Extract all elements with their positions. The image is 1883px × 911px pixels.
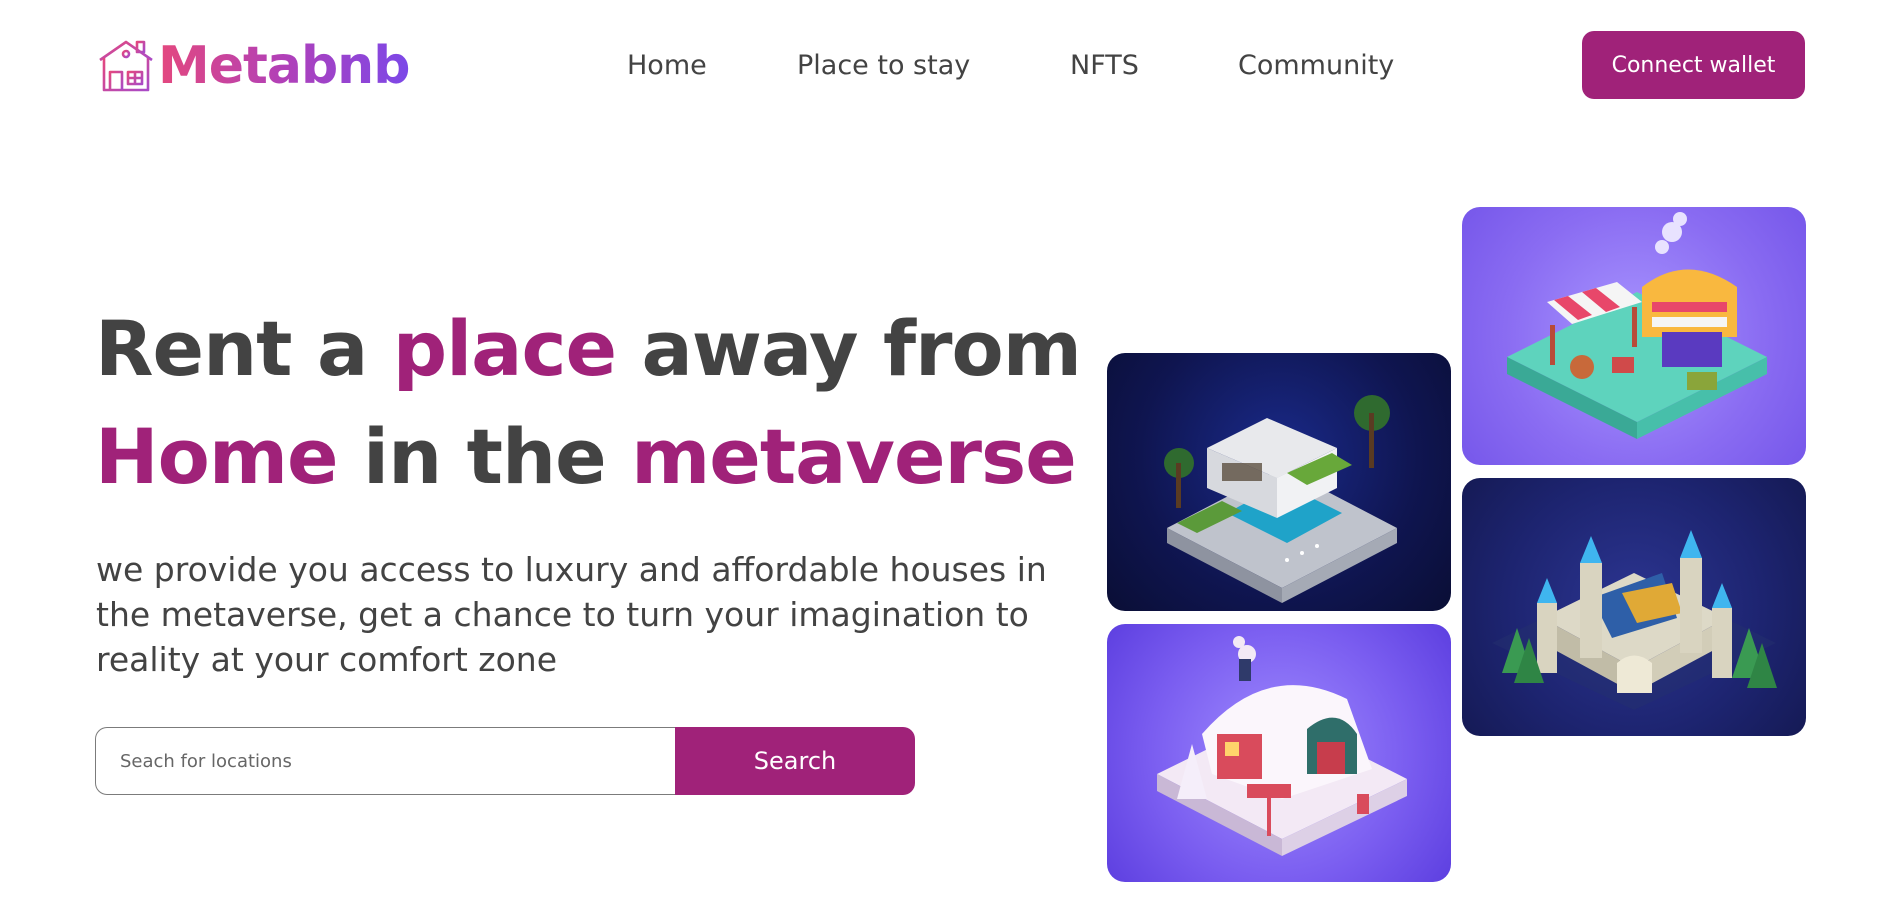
nav-home[interactable]: Home [627, 46, 707, 86]
title-highlight: Home [95, 412, 339, 501]
castle-illustration [1492, 530, 1777, 710]
search-button[interactable]: Search [675, 727, 915, 795]
nav-place-to-stay[interactable]: Place to stay [797, 46, 970, 86]
title-text: Rent a [95, 304, 393, 393]
cottage-illustration [1157, 636, 1407, 856]
house-icon [99, 40, 153, 92]
card-market-stalls[interactable] [1462, 207, 1806, 465]
title-text: in the [337, 412, 632, 501]
villa-illustration [1164, 395, 1397, 603]
search-bar: Search [95, 727, 915, 795]
connect-wallet-button[interactable]: Connect wallet [1582, 31, 1805, 99]
card-modern-villa[interactable] [1107, 353, 1451, 611]
brand-name: Metabnb [158, 36, 410, 96]
hero-description: we provide you access to luxury and affo… [96, 550, 1047, 679]
card-castle[interactable] [1462, 478, 1806, 736]
nav-community[interactable]: Community [1238, 46, 1394, 86]
title-highlight: metaverse [631, 412, 1077, 501]
logo[interactable]: Metabnb [96, 36, 410, 96]
market-illustration [1507, 212, 1767, 439]
card-snowy-cottage[interactable] [1107, 624, 1451, 882]
search-input[interactable] [95, 727, 675, 795]
title-text: away from [616, 304, 1082, 393]
title-highlight: place [392, 304, 617, 393]
hero-title: Rent a place away from Home in the metav… [95, 295, 1082, 511]
nav-nfts[interactable]: NFTS [1070, 46, 1139, 86]
